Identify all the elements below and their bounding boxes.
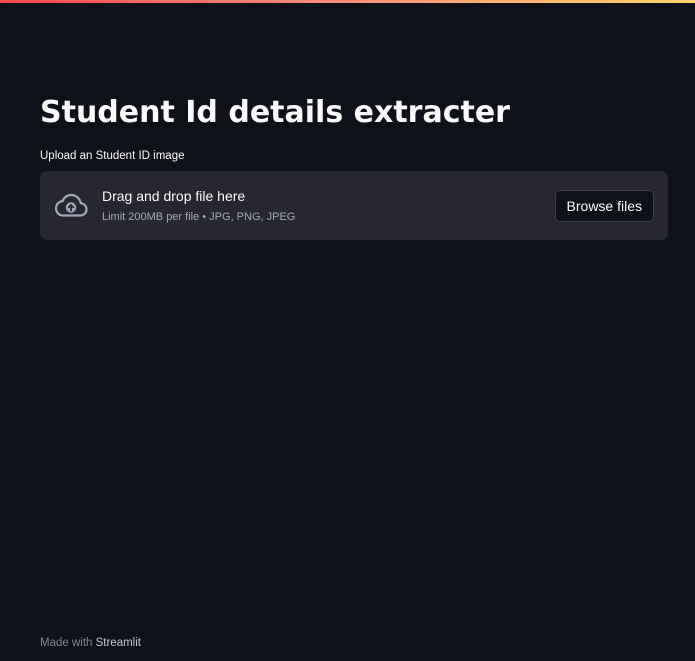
file-dropzone[interactable]: Drag and drop file here Limit 200MB per … — [40, 171, 668, 240]
cloud-upload-icon — [53, 191, 89, 221]
footer-made-with-text: Made with — [40, 637, 96, 649]
streamlit-app: Student Id details extracter Upload an S… — [0, 0, 695, 661]
streamlit-link[interactable]: Streamlit — [96, 637, 141, 649]
dropzone-instructions: Drag and drop file here Limit 200MB per … — [102, 187, 555, 224]
page-title: Student Id details extracter — [40, 95, 510, 130]
browse-files-button[interactable]: Browse files — [554, 189, 654, 222]
footer: Made with Streamlit — [40, 635, 141, 651]
main-content: Student Id details extracter Upload an S… — [40, 92, 668, 240]
dropzone-limit-text: Limit 200MB per file • JPG, PNG, JPEG — [102, 211, 296, 223]
header-decoration-bar — [0, 0, 695, 3]
file-uploader-label: Upload an Student ID image — [40, 150, 185, 162]
dropzone-drag-text: Drag and drop file here — [102, 188, 246, 204]
